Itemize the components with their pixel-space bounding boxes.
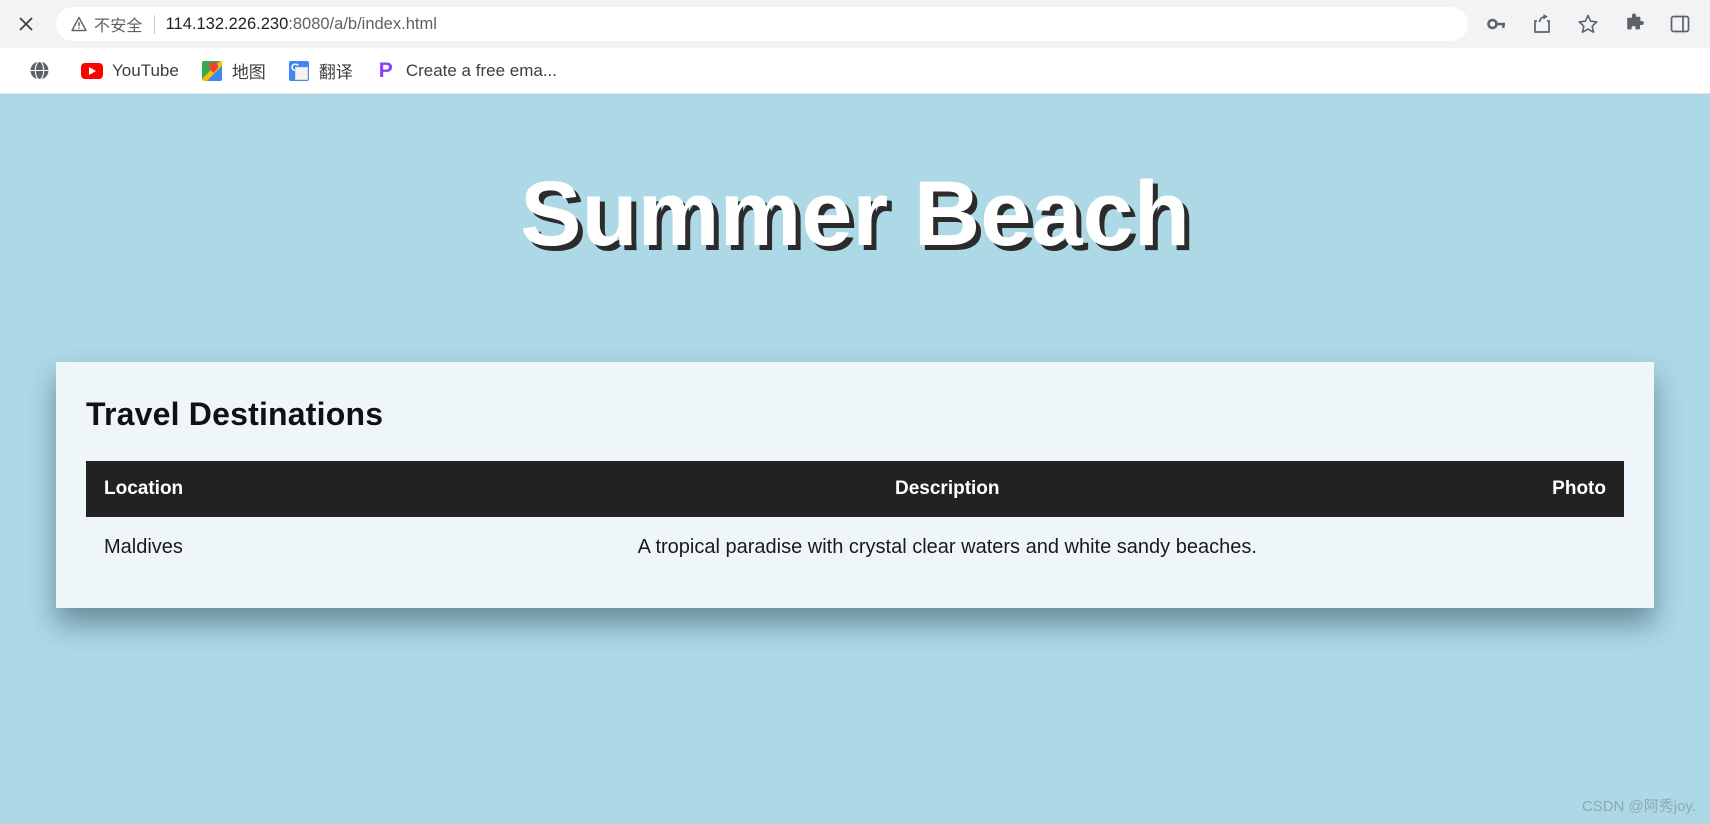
destinations-table: Location Description Photo Maldives A tr… — [86, 461, 1624, 578]
password-key-icon[interactable] — [1476, 4, 1516, 44]
bookmark-globe[interactable] — [18, 55, 69, 87]
cell-description: A tropical paradise with crystal clear w… — [637, 536, 1257, 558]
browser-window: 不安全 114.132.226.230:8080/a/b/index.html — [0, 0, 1710, 824]
bookmark-translate-label: 翻译 — [318, 63, 353, 82]
bookmark-translate[interactable]: G 翻译 — [278, 53, 363, 88]
column-header-photo: Photo — [1552, 478, 1606, 499]
address-bar[interactable]: 不安全 114.132.226.230:8080/a/b/index.html — [56, 7, 1468, 41]
url-text: 114.132.226.230:8080/a/b/index.html — [166, 15, 437, 34]
side-panel-icon[interactable] — [1660, 4, 1700, 44]
toolbar-right-icons — [1476, 4, 1700, 44]
page-viewport: Summer Beach Travel Destinations Locatio… — [0, 94, 1710, 824]
bookmark-email[interactable]: P Create a free ema... — [365, 55, 567, 87]
page-title: Summer Beach — [520, 163, 1190, 265]
close-icon[interactable] — [6, 4, 46, 44]
share-icon[interactable] — [1522, 4, 1562, 44]
globe-icon — [28, 60, 50, 82]
url-path: :8080/a/b/index.html — [288, 14, 437, 33]
destinations-card: Travel Destinations Location Description… — [56, 362, 1654, 608]
extensions-puzzle-icon[interactable] — [1614, 4, 1654, 44]
bookmark-maps-label: 地图 — [231, 63, 266, 82]
youtube-icon — [81, 60, 103, 82]
column-header-location: Location — [104, 478, 184, 499]
table-header-row: Location Description Photo — [86, 461, 1624, 517]
omnibox-divider — [153, 14, 155, 34]
table-row: Maldives A tropical paradise with crysta… — [86, 517, 1624, 578]
card-title: Travel Destinations — [86, 396, 384, 432]
google-maps-icon — [201, 60, 223, 82]
bookmark-maps[interactable]: 地图 — [191, 53, 276, 88]
bookmark-youtube-label: YouTube — [112, 60, 179, 80]
bookmark-youtube[interactable]: YouTube — [71, 55, 189, 87]
column-header-description: Description — [895, 478, 1000, 499]
cell-location: Maldives — [104, 536, 183, 558]
table-body: Maldives A tropical paradise with crysta… — [86, 517, 1624, 578]
url-host: 114.132.226.230 — [165, 14, 289, 33]
table-head: Location Description Photo — [86, 461, 1624, 517]
proton-p-icon: P — [378, 59, 393, 82]
cell-photo — [1347, 517, 1624, 578]
google-translate-icon: G — [288, 60, 310, 82]
bookmark-star-icon[interactable] — [1568, 4, 1608, 44]
watermark: CSDN @阿秀joy. — [1581, 798, 1696, 815]
bookmarks-bar: YouTube 地图 G 翻译 P Create a free ema... — [0, 48, 1710, 94]
browser-toolbar: 不安全 114.132.226.230:8080/a/b/index.html — [0, 0, 1710, 48]
bookmark-email-label: Create a free ema... — [405, 60, 557, 80]
security-status-label: 不安全 — [94, 18, 143, 35]
warning-triangle-icon — [70, 15, 88, 33]
